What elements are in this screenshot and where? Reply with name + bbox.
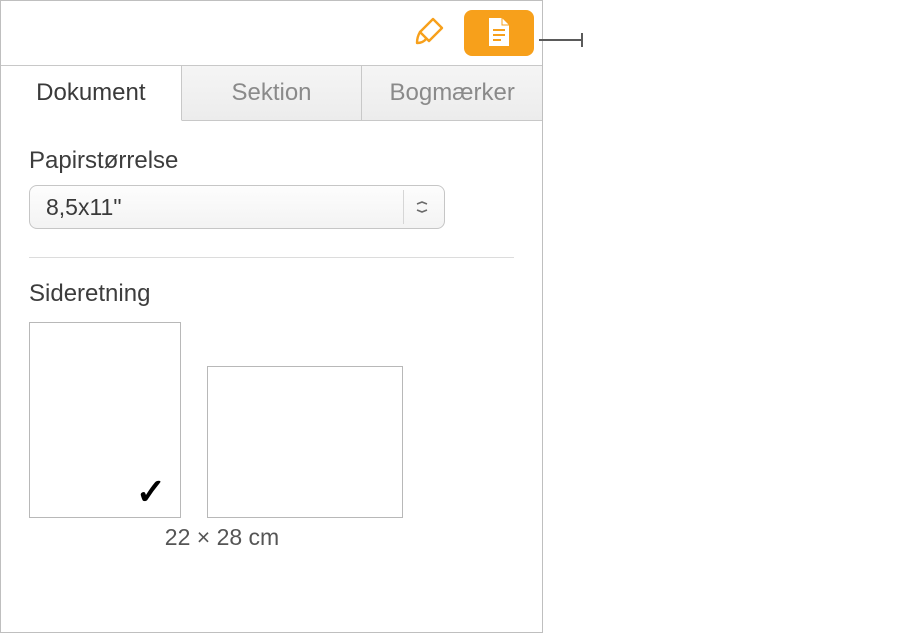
callout-line [539,39,581,41]
paintbrush-icon [412,15,446,52]
checkmark-icon: ✓ [136,471,166,513]
tab-label: Bogmærker [389,79,514,107]
orientation-portrait[interactable]: ✓ [29,322,181,518]
tab-dokument[interactable]: Dokument [1,66,182,121]
tab-bar: Dokument Sektion Bogmærker [1,65,542,121]
orientation-label: Sideretning [29,280,514,308]
orientation-landscape[interactable] [207,366,403,518]
chevron-down-icon [408,186,436,228]
tab-sektion[interactable]: Sektion [182,66,363,120]
toolbar [1,1,542,65]
select-divider [403,190,404,224]
section-divider [29,257,514,258]
format-button[interactable] [394,10,464,56]
document-icon [484,15,514,52]
inspector-panel: Dokument Sektion Bogmærker Papirstørrels… [0,0,543,633]
tab-label: Dokument [36,79,145,107]
content-area: Papirstørrelse 8,5x11" Sideretning ✓ 22 … [1,121,542,551]
paper-size-select[interactable]: 8,5x11" [29,185,445,229]
document-button[interactable] [464,10,534,56]
page-dimensions: 22 × 28 cm [35,524,409,551]
tab-bogmaerker[interactable]: Bogmærker [362,66,542,120]
orientation-options: ✓ [29,322,514,518]
paper-size-label: Papirstørrelse [29,147,514,175]
tab-label: Sektion [231,79,311,107]
paper-size-value: 8,5x11" [46,194,122,221]
